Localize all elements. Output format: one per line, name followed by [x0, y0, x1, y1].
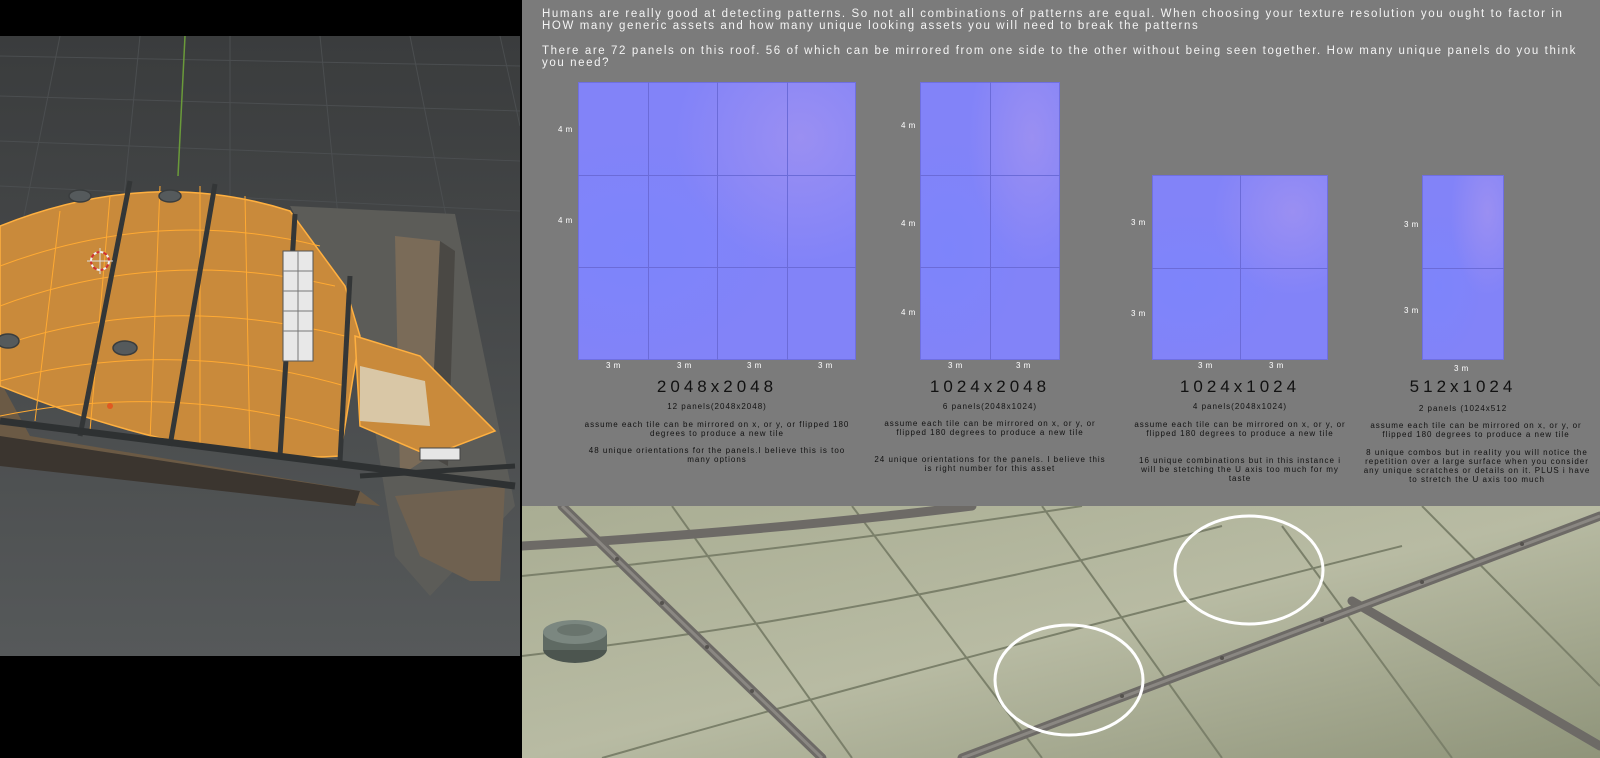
resolution-title: 1024x2048: [929, 377, 1051, 396]
resolution-title: 2048x2048: [656, 377, 778, 396]
normal-map-tile-grid: [920, 82, 1060, 360]
column-dimension-label: 3 m: [1016, 361, 1031, 370]
row-dimension-label: 3 m: [1131, 218, 1146, 227]
column-dimension-label: 3 m: [1198, 361, 1213, 370]
panel-count: 4 panels(2048x1024): [1192, 402, 1288, 411]
intro-paragraph-panels: There are 72 panels on this roof. 56 of …: [542, 45, 1577, 69]
orientation-note: 8 unique combos but in reality you will …: [1363, 448, 1591, 484]
resolution-title: 1024x1024: [1179, 377, 1301, 396]
column-dimension-label: 3 m: [1269, 361, 1284, 370]
row-dimension-label: 3 m: [1404, 306, 1419, 315]
normal-map-tile-grid: [578, 82, 856, 360]
row-dimension-label: 4 m: [901, 308, 916, 317]
row-dimension-label: 4 m: [901, 219, 916, 228]
column-dimension-label: 3 m: [1454, 364, 1469, 373]
resolution-title: 512x1024: [1409, 377, 1517, 396]
row-dimension-label: 3 m: [1131, 309, 1146, 318]
column-dimension-label: 3 m: [948, 361, 963, 370]
mirroring-note: assume each tile can be mirrored on x, o…: [1134, 420, 1346, 438]
column-dimension-label: 3 m: [677, 361, 692, 370]
mirroring-note: assume each tile can be mirrored on x, o…: [884, 419, 1096, 437]
roof-model-render: [0, 36, 520, 656]
roof-vent-cap: [543, 620, 607, 663]
row-dimension-label: 3 m: [1404, 220, 1419, 229]
wall-window: [419, 447, 461, 461]
normal-map-tile-grid: [1422, 175, 1504, 360]
mirroring-note: assume each tile can be mirrored on x, o…: [1370, 421, 1582, 439]
column-dimension-label: 3 m: [606, 361, 621, 370]
skylight: [282, 250, 314, 362]
mirroring-note: assume each tile can be mirrored on x, o…: [584, 420, 850, 438]
orientation-note: 16 unique combinations but in this insta…: [1139, 456, 1341, 483]
panel-count: 12 panels(2048x2048): [667, 402, 767, 411]
intro-paragraph-patterns: Humans are really good at detecting patt…: [542, 8, 1564, 32]
orientation-note: 48 unique orientations for the panels.I …: [588, 446, 846, 464]
panel-count: 2 panels (1024x512: [1418, 404, 1508, 413]
texture-resolution-panel: Humans are really good at detecting patt…: [522, 0, 1600, 506]
panel-count: 6 panels(2048x1024): [942, 402, 1038, 411]
origin-point: [107, 403, 113, 409]
roof-closeup-render: [522, 506, 1600, 758]
closeup-image: [522, 506, 1600, 758]
row-dimension-label: 4 m: [901, 121, 916, 130]
column-dimension-label: 3 m: [818, 361, 833, 370]
orientation-note: 24 unique orientations for the panels. I…: [874, 455, 1106, 473]
row-dimension-label: 4 m: [558, 216, 573, 225]
normal-map-tile-grid: [1152, 175, 1328, 360]
row-dimension-label: 4 m: [558, 125, 573, 134]
column-dimension-label: 3 m: [747, 361, 762, 370]
3d-viewport[interactable]: [0, 36, 520, 656]
